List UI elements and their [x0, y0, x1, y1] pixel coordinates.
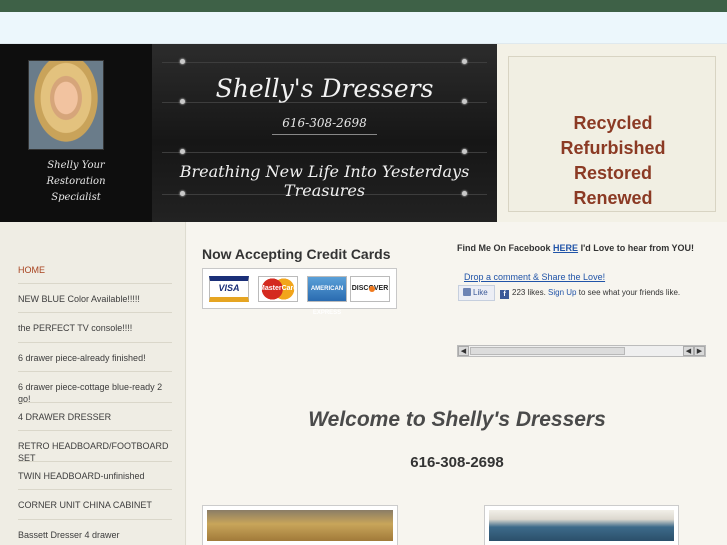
nav-item-6-drawer-finished[interactable]: 6 drawer piece-already finished!	[18, 352, 172, 364]
facebook-heading: Find Me On Facebook HERE I'd Love to hea…	[457, 243, 694, 253]
facebook-like-count: f 223 likes. Sign Up to see what your fri…	[500, 288, 680, 299]
site-header: Shelly Your Restoration Specialist Shell…	[0, 44, 727, 222]
nav-divider	[18, 371, 172, 372]
nav-item-corner-unit[interactable]: CORNER UNIT CHINA CABINET	[18, 499, 172, 511]
facebook-signup-link[interactable]: Sign Up	[548, 288, 576, 297]
scroll-left-arrow-icon[interactable]: ◀	[458, 346, 469, 356]
word-renewed: Renewed	[573, 188, 653, 208]
drawer-knob	[462, 59, 467, 64]
drawer-line	[162, 62, 487, 63]
words-box: Recycled Refurbished Restored Renewed	[508, 56, 716, 212]
nav-item-new-blue[interactable]: NEW BLUE Color Available!!!!!	[18, 293, 172, 305]
thumbs-up-icon	[463, 288, 471, 296]
nav-divider	[18, 342, 172, 343]
nav-item-tv-console[interactable]: the PERFECT TV console!!!!	[18, 322, 172, 334]
scroll-left-arrow-icon[interactable]: ◀	[683, 346, 694, 356]
facebook-suffix: I'd Love to hear from YOU!	[580, 243, 695, 253]
drawer-knob	[462, 149, 467, 154]
discover-logo: DISCOVER	[350, 276, 390, 302]
nav-divider	[18, 489, 172, 490]
nav-item-home[interactable]: HOME	[18, 264, 172, 276]
profile-photo	[28, 60, 104, 150]
drawer-knob	[180, 149, 185, 154]
facebook-here-link[interactable]: HERE	[553, 243, 578, 253]
phone-underline	[272, 134, 377, 135]
main-content: Now Accepting Credit Cards VISA MasterCa…	[187, 222, 727, 545]
word-refurbished: Refurbished	[560, 138, 666, 158]
top-band	[0, 12, 727, 44]
nav-divider	[18, 519, 172, 520]
nav-divider	[18, 312, 172, 313]
nav-divider	[18, 283, 172, 284]
dresser-photo[interactable]	[203, 506, 397, 545]
main-phone: 616-308-2698	[410, 454, 504, 471]
mastercard-logo: MasterCard	[258, 276, 298, 302]
words-list: Recycled Refurbished Restored Renewed	[509, 111, 717, 211]
nav-item-4-drawer[interactable]: 4 DRAWER DRESSER	[18, 411, 172, 423]
scroll-right-arrow-icon[interactable]: ▶	[694, 346, 705, 356]
header-banner: Shelly's Dressers 616-308-2698 Breathing…	[152, 44, 497, 222]
facebook-like-button[interactable]: Like	[458, 285, 495, 301]
nav-item-twin-headboard[interactable]: TWIN HEADBOARD-unfinished	[18, 470, 172, 482]
drop-comment-link[interactable]: Drop a comment & Share the Love!	[464, 272, 605, 282]
amex-logo: AMERICAN EXPRESS	[307, 276, 347, 316]
credit-cards-box: VISA MasterCard AMERICAN EXPRESS DISCOVE…	[202, 268, 397, 316]
nav-divider	[18, 430, 172, 431]
word-recycled: Recycled	[573, 113, 653, 133]
horizontal-scrollbar[interactable]: ◀ ◀ ▶	[457, 345, 706, 357]
site-title: Shelly's Dressers	[215, 74, 434, 103]
site-tagline: Breathing New Life Into Yesterdays Treas…	[179, 162, 470, 200]
header-phone: 616-308-2698	[282, 116, 367, 130]
drawer-knob	[180, 59, 185, 64]
scrollbar-thumb[interactable]	[470, 347, 625, 355]
nav-item-bassett-dresser[interactable]: Bassett Dresser 4 drawer	[18, 529, 172, 541]
top-strip	[0, 0, 727, 12]
like-count-text: 223 likes.	[512, 288, 546, 297]
facebook-icon: f	[500, 290, 509, 299]
caption-line-3: Specialist	[51, 192, 101, 203]
drawer-line	[162, 152, 487, 153]
caption-line-2: Restoration	[46, 176, 106, 187]
credit-cards-title: Now Accepting Credit Cards	[202, 246, 391, 262]
like-label: Like	[473, 288, 488, 297]
nav-divider	[18, 461, 172, 462]
nav-divider	[18, 402, 172, 403]
profile-caption: Shelly Your Restoration Specialist	[14, 158, 138, 206]
visa-logo: VISA	[209, 276, 249, 302]
profile-panel: Shelly Your Restoration Specialist	[0, 44, 152, 222]
welcome-heading: Welcome to Shelly's Dressers	[308, 408, 606, 431]
caption-line-1: Shelly Your	[47, 160, 105, 171]
signup-suffix: to see what your friends like.	[578, 288, 681, 297]
word-restored: Restored	[573, 163, 653, 183]
sidebar-nav: HOME NEW BLUE Color Available!!!!! the P…	[0, 222, 186, 545]
facebook-prefix: Find Me On Facebook	[457, 243, 551, 253]
dresser-photo[interactable]	[485, 506, 678, 545]
